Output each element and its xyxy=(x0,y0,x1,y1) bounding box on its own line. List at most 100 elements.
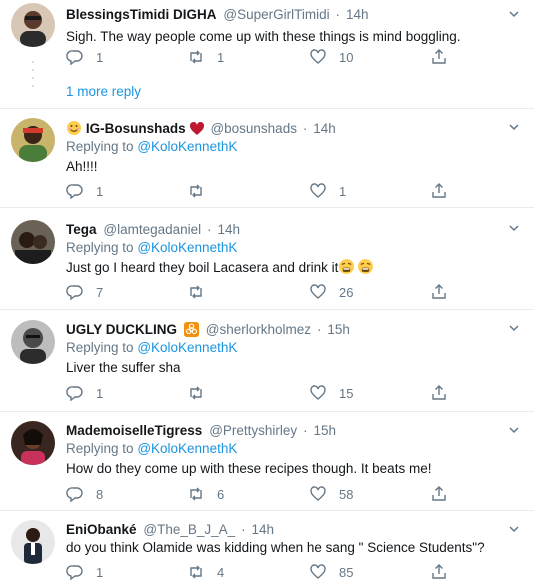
like-count: 85 xyxy=(339,564,354,580)
user-handle[interactable]: @Prettyshirley xyxy=(209,423,297,438)
display-name[interactable]: UGLY DUCKLING xyxy=(66,322,177,337)
avatar[interactable] xyxy=(11,320,55,364)
share-button[interactable] xyxy=(430,282,448,302)
user-handle[interactable]: @SuperGirlTimidi xyxy=(223,7,329,22)
like-icon xyxy=(310,385,326,400)
tweet-text-row: Just go I heard they boil Lacasera and d… xyxy=(66,258,498,278)
chevron-down-icon[interactable] xyxy=(508,322,520,334)
user-handle[interactable]: @sherlorkholmez xyxy=(206,322,311,337)
display-name[interactable]: MademoiselleTigress xyxy=(66,423,202,438)
reply-button[interactable]: 1 xyxy=(66,47,103,67)
share-icon xyxy=(432,183,446,198)
avatar[interactable] xyxy=(11,3,55,47)
display-name[interactable]: IG-Bosunshads xyxy=(86,121,186,136)
avatar[interactable] xyxy=(11,220,55,264)
replying-to-link[interactable]: @KoloKennethK xyxy=(137,340,237,355)
weary-face-emoji-icon xyxy=(339,259,355,274)
display-name[interactable]: EniObanké xyxy=(66,522,137,537)
timestamp[interactable]: 14h xyxy=(313,121,336,136)
tweet-tega[interactable]: Tega @lamtegadaniel · 14h Replying to @K… xyxy=(0,208,534,309)
avatar[interactable] xyxy=(11,421,55,465)
reply-count: 7 xyxy=(96,284,104,300)
tweet-text: Sigh. The way people come up with these … xyxy=(66,29,461,44)
user-handle[interactable]: @lamtegadaniel xyxy=(103,222,201,237)
timestamp[interactable]: 14h xyxy=(217,222,240,237)
reply-button[interactable]: 1 xyxy=(66,383,103,403)
like-button[interactable]: 85 xyxy=(309,562,353,582)
retweet-button[interactable]: 6 xyxy=(187,484,224,504)
share-button[interactable] xyxy=(430,562,448,582)
user-handle[interactable]: @bosunshads xyxy=(210,121,297,136)
more-replies-link[interactable]: 1 more reply xyxy=(66,84,141,99)
tweet-header: EniObanké @The_B_J_A_ · 14h xyxy=(66,520,498,538)
retweet-button[interactable] xyxy=(187,282,217,302)
retweet-button[interactable]: 4 xyxy=(187,562,224,582)
avatar[interactable] xyxy=(11,520,55,564)
user-handle[interactable]: @The_B_J_A_ xyxy=(143,522,235,537)
biohazard-emoji-icon xyxy=(183,322,199,337)
reply-icon xyxy=(66,50,83,66)
timestamp[interactable]: 14h xyxy=(251,522,274,537)
display-name[interactable]: BlessingsTimidi DIGHA xyxy=(66,7,217,22)
replying-to-link[interactable]: @KoloKennethK xyxy=(137,441,237,456)
tweet-ugly-duckling[interactable]: UGLY DUCKLING @sherlorkholmez · 15h Repl… xyxy=(0,310,534,411)
avatar[interactable] xyxy=(11,118,55,162)
tweet-eniobanke[interactable]: EniObanké @The_B_J_A_ · 14h do you think… xyxy=(0,511,534,582)
chevron-down-icon[interactable] xyxy=(508,121,520,133)
tweet-actions: 1 1 10 xyxy=(66,47,466,67)
retweet-icon xyxy=(190,184,202,198)
replying-to: Replying to @KoloKennethK xyxy=(66,439,498,459)
like-button[interactable]: 10 xyxy=(309,47,353,67)
like-button[interactable]: 58 xyxy=(309,484,353,504)
replying-prefix: Replying to xyxy=(66,340,134,355)
timestamp[interactable]: 15h xyxy=(313,423,336,438)
tweet-text: How do they come up with these recipes t… xyxy=(66,461,432,476)
share-button[interactable] xyxy=(430,383,448,403)
chevron-down-icon[interactable] xyxy=(508,523,520,535)
replying-to: Replying to @KoloKennethK xyxy=(66,137,498,157)
retweet-icon xyxy=(190,285,202,299)
tweet-actions: 1 1 xyxy=(66,181,466,201)
tweet-blessings[interactable]: BlessingsTimidi DIGHA @SuperGirlTimidi ·… xyxy=(0,0,534,108)
tweet-header: BlessingsTimidi DIGHA @SuperGirlTimidi ·… xyxy=(66,5,498,23)
retweet-button[interactable]: 1 xyxy=(187,47,224,67)
share-button[interactable] xyxy=(430,484,448,504)
tweet-header: IG-Bosunshads @bosunshads · 14h xyxy=(66,119,498,137)
reply-icon xyxy=(66,285,83,301)
like-button[interactable]: 26 xyxy=(309,282,353,302)
like-icon xyxy=(310,49,326,64)
like-button[interactable]: 1 xyxy=(309,181,346,201)
replying-to-link[interactable]: @KoloKennethK xyxy=(137,240,237,255)
display-name[interactable]: Tega xyxy=(66,222,97,237)
timestamp[interactable]: 15h xyxy=(327,322,350,337)
retweet-button[interactable] xyxy=(187,383,217,403)
like-button[interactable]: 15 xyxy=(309,383,353,403)
reply-button[interactable]: 1 xyxy=(66,562,103,582)
chevron-down-icon[interactable] xyxy=(508,424,520,436)
retweet-count: 6 xyxy=(217,486,225,502)
share-button[interactable] xyxy=(430,181,448,201)
reply-button[interactable]: 1 xyxy=(66,181,103,201)
chevron-down-icon[interactable] xyxy=(508,222,520,234)
replying-to-link[interactable]: @KoloKennethK xyxy=(137,139,237,154)
separator-dot: · xyxy=(335,7,341,22)
tweet-text: do you think Olamide was kidding when he… xyxy=(66,540,485,555)
replying-prefix: Replying to xyxy=(66,139,134,154)
reply-icon xyxy=(66,184,83,200)
chevron-down-icon[interactable] xyxy=(508,8,520,20)
like-icon xyxy=(310,183,326,198)
share-button[interactable] xyxy=(430,47,448,67)
reply-count: 1 xyxy=(96,564,104,580)
retweet-button[interactable] xyxy=(187,181,217,201)
timestamp[interactable]: 14h xyxy=(346,7,369,22)
reply-button[interactable]: 7 xyxy=(66,282,103,302)
tweet-bosunshads[interactable]: IG-Bosunshads @bosunshads · 14h Replying… xyxy=(0,109,534,207)
reply-icon xyxy=(66,386,83,402)
like-icon xyxy=(310,284,326,299)
tweet-text: Liver the suffer sha xyxy=(66,360,181,375)
tweet-text: Ah!!!! xyxy=(66,159,98,174)
reply-button[interactable]: 8 xyxy=(66,484,103,504)
thread-connector xyxy=(32,61,34,87)
tweet-mademoiselletigress[interactable]: MademoiselleTigress @Prettyshirley · 15h… xyxy=(0,412,534,510)
separator-dot: · xyxy=(207,222,212,237)
